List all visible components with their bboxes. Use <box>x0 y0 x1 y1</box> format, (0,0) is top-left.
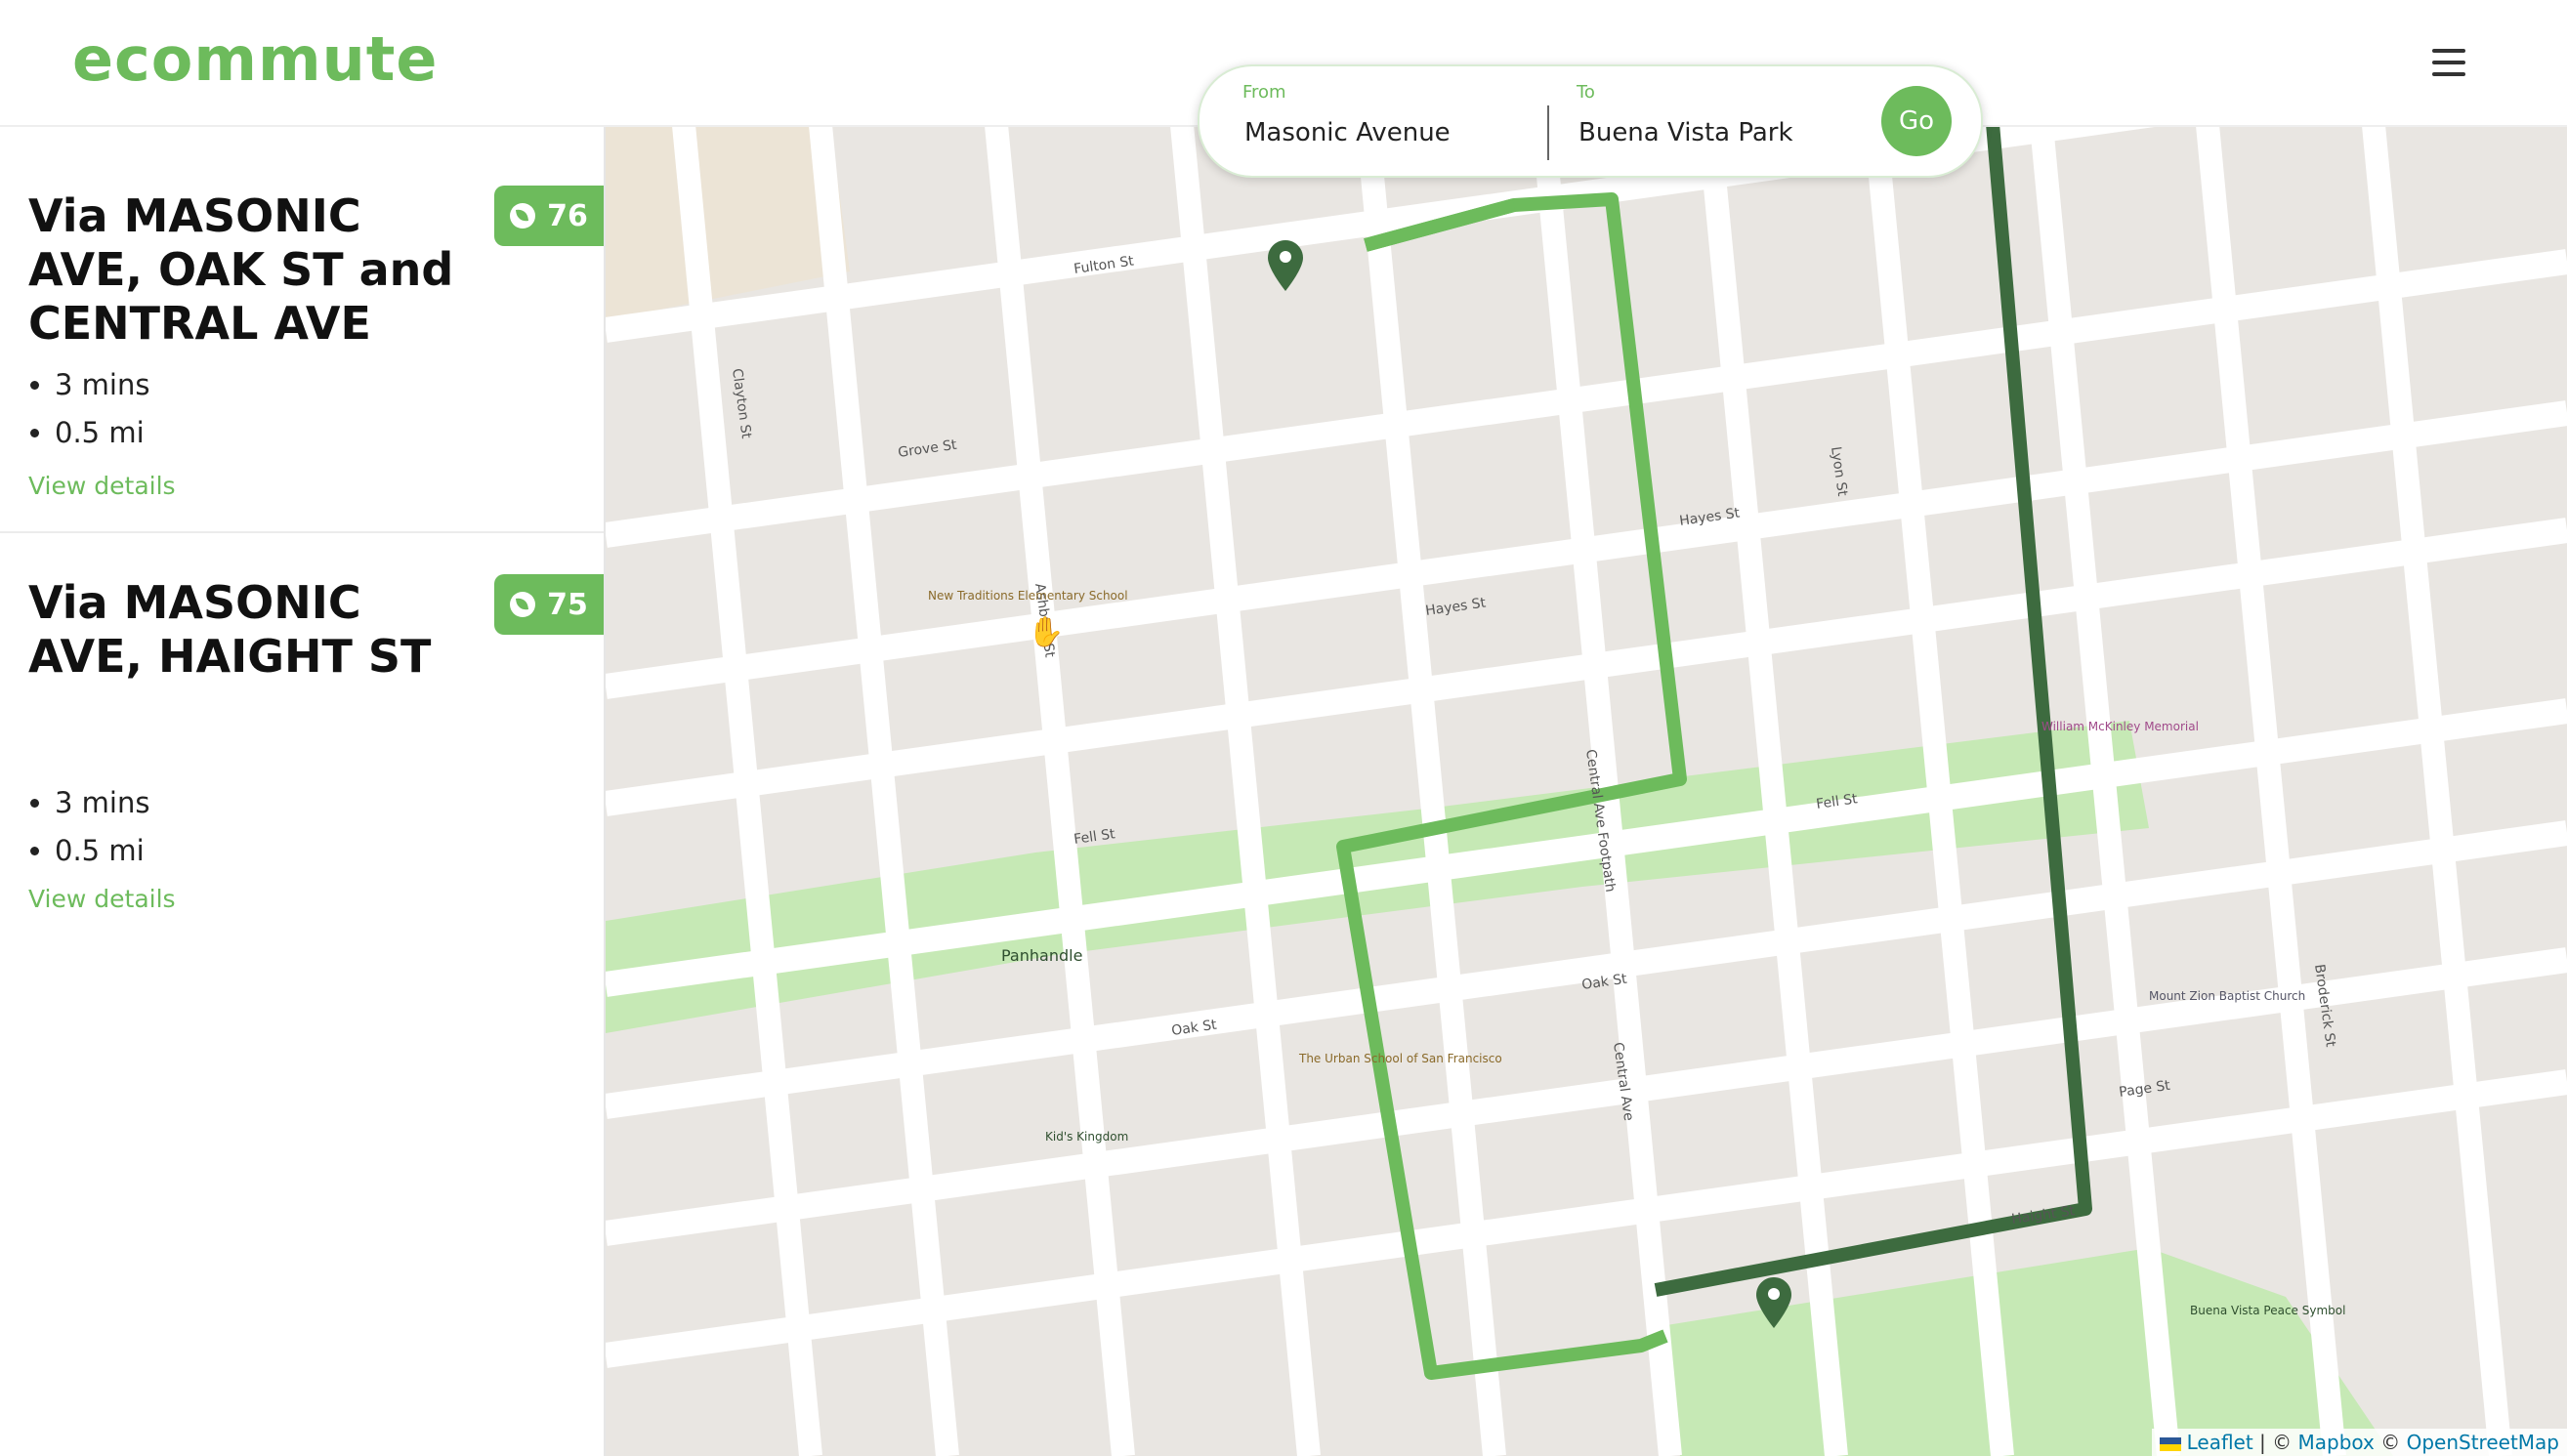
ecommute-logo[interactable]: ecommute <box>72 23 438 95</box>
place-label: Buena Vista Peace Symbol <box>2190 1304 2345 1317</box>
leaf-icon <box>510 203 536 229</box>
route-stats: 3 mins 0.5 mi <box>55 361 149 457</box>
routes-sidebar: Via MASONIC AVE, OAK ST and CENTRAL AVE … <box>0 125 606 1456</box>
route-title: Via MASONIC AVE, HAIGHT ST <box>28 576 432 683</box>
search-divider <box>1547 105 1549 160</box>
route-distance: 0.5 mi <box>55 827 149 875</box>
ukraine-flag-icon <box>2159 1436 2181 1451</box>
place-label: Mount Zion Baptist Church <box>2149 989 2305 1003</box>
eco-score-badge: 75 <box>494 574 604 635</box>
to-label: To <box>1577 82 1595 103</box>
leaflet-link[interactable]: Leaflet <box>2187 1431 2253 1454</box>
route-card[interactable]: Via MASONIC AVE, OAK ST and CENTRAL AVE … <box>0 125 604 533</box>
attribution-separator: © <box>2374 1431 2407 1454</box>
place-label: New Traditions Elementary School <box>928 589 1128 603</box>
view-details-link[interactable]: View details <box>28 885 176 913</box>
place-label: Panhandle <box>1001 946 1082 965</box>
attribution-separator: | © <box>2252 1431 2298 1454</box>
eco-score-value: 76 <box>547 198 588 233</box>
map-attribution: Leaflet | © Mapbox © OpenStreetMap <box>2151 1429 2567 1456</box>
openstreetmap-link[interactable]: OpenStreetMap <box>2407 1431 2559 1454</box>
go-button[interactable]: Go <box>1881 86 1952 156</box>
route-stats: 3 mins 0.5 mi <box>55 779 149 875</box>
route-title: Via MASONIC AVE, OAK ST and CENTRAL AVE <box>28 189 454 350</box>
place-label: The Urban School of San Francisco <box>1298 1052 1502 1065</box>
route-search-bar: From To Go <box>1198 64 1983 178</box>
leaf-icon <box>510 592 536 617</box>
hand-cursor-icon: ✋ <box>1028 615 1065 649</box>
to-input[interactable] <box>1577 117 1825 148</box>
eco-score-value: 75 <box>547 587 588 622</box>
route-time: 3 mins <box>55 361 149 409</box>
route-card[interactable]: Via MASONIC AVE, HAIGHT ST 75 3 mins 0.5… <box>0 533 604 943</box>
hamburger-menu-icon[interactable] <box>2422 43 2485 82</box>
place-label: Kid's Kingdom <box>1045 1130 1128 1144</box>
place-label: William McKinley Memorial <box>2041 720 2199 733</box>
mapbox-link[interactable]: Mapbox <box>2298 1431 2375 1454</box>
route-time: 3 mins <box>55 779 149 827</box>
route-distance: 0.5 mi <box>55 409 149 457</box>
map-canvas[interactable]: Fulton St Grove St Hayes St Fell St Fell… <box>606 125 2567 1456</box>
route-map[interactable]: Fulton St Grove St Hayes St Fell St Fell… <box>606 125 2567 1456</box>
from-input[interactable] <box>1242 117 1539 148</box>
eco-score-badge: 76 <box>494 186 604 246</box>
from-label: From <box>1242 82 1286 103</box>
view-details-link[interactable]: View details <box>28 472 176 500</box>
